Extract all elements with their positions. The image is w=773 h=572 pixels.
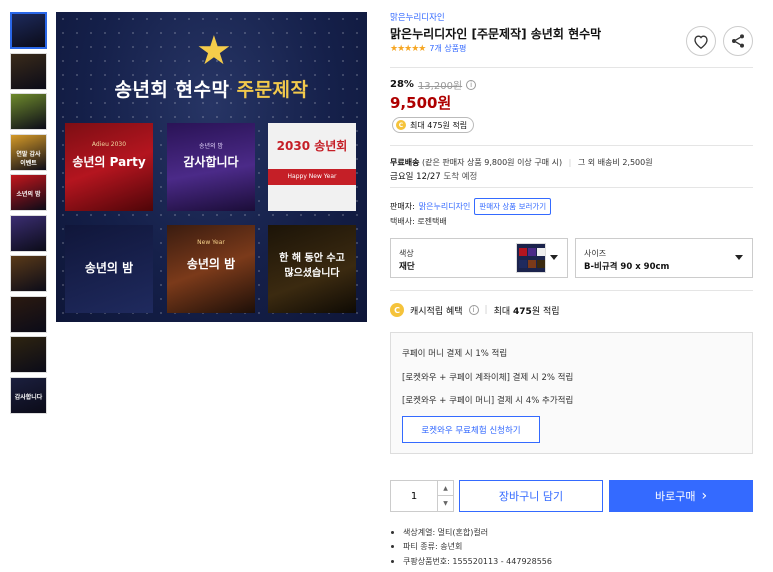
size-option-value: B-비규격 90 x 90cm: [584, 262, 670, 272]
brand-link[interactable]: 맑은누리디자인: [390, 11, 445, 23]
seller-label: 판매자:: [390, 202, 415, 211]
thumbnail-image: [12, 14, 45, 47]
heart-icon: [694, 34, 708, 49]
benefit-line: 쿠페이 머니 결제 시 1% 적립: [402, 349, 508, 359]
thumbnail-image: [11, 256, 46, 291]
chevron-down-icon: [550, 255, 558, 260]
courier: 택배사: 로젠택배: [390, 217, 447, 226]
buy-now-label: 바로구매: [654, 490, 696, 503]
quantity-decrease-button[interactable]: ▼: [437, 496, 453, 511]
color-option-value: 재단: [399, 262, 415, 272]
info-icon[interactable]: i: [468, 305, 479, 315]
seller-products-button[interactable]: 판매자 상품 보러가기: [474, 198, 552, 215]
cash-chip-label: 최대 475원 적립: [410, 120, 468, 130]
separator: |: [484, 305, 488, 315]
size-option-label: 사이즈: [584, 249, 607, 258]
other-shipping-fee: 그 외 배송비 2,500원: [577, 158, 653, 167]
divider: [390, 290, 753, 291]
thumbnail-2[interactable]: [10, 52, 47, 90]
cash-chip: C 최대 475원 적립: [392, 117, 475, 133]
thumbnail-strip: 연말 감사 이벤트소년의 밤감사합니다: [10, 12, 48, 417]
chevron-down-icon: [735, 255, 743, 260]
product-title: 맑은누리디자인 [주문제작] 송년회 현수막: [390, 27, 602, 41]
free-shipping-label: 무료배송: [390, 158, 420, 167]
share-button[interactable]: [723, 26, 753, 56]
color-option-select[interactable]: 색상 재단: [390, 238, 568, 278]
spec-item: 파티 종류: 송년회: [390, 541, 552, 552]
delivery-eta: 금요일 12/27 도착 예정: [390, 170, 477, 182]
benefit-line: [로켓와우 + 쿠페이 계좌이체] 결제 시 2% 적립: [402, 373, 574, 383]
thumbnail-image: [11, 337, 46, 372]
thumbnail-image: [11, 215, 46, 251]
cash-benefit-row: C 캐시적립 혜택 i | 최대 475원 적립: [390, 303, 560, 317]
design-tile: 송년의 밤: [65, 225, 153, 313]
divider: [390, 145, 753, 146]
chevron-right-icon: ›: [701, 488, 708, 504]
design-tile: Adieu 2030 송년의 Party: [65, 123, 153, 211]
price-row: 28% 13,200원 i: [390, 77, 477, 92]
cash-benefit-label: 캐시적립 혜택: [410, 306, 463, 317]
design-tile: New Year 송년의 밤: [167, 225, 255, 313]
thumbnail-7[interactable]: [10, 255, 47, 292]
thumbnail-10[interactable]: 감사합니다: [10, 376, 47, 414]
original-price: 13,200원: [417, 81, 463, 92]
thumbnail-3[interactable]: [10, 93, 47, 130]
image-headline: 송년회 현수막 주문제작: [114, 79, 309, 101]
thumbnail-label: 감사합니다: [14, 393, 43, 401]
discount-rate: 28%: [390, 79, 414, 90]
rocket-wow-trial-button[interactable]: 로켓와우 무료체험 신청하기: [402, 416, 540, 443]
design-tile: 송년의 밤 감사합니다: [167, 123, 255, 211]
spec-item: 쿠팡상품번호: 155520113 - 447928556: [390, 556, 552, 567]
spec-list: 색상계열: 멀티(혼합)컬러 파티 종류: 송년회 쿠팡상품번호: 155520…: [390, 527, 552, 570]
design-tile: 한 해 동안 수고 많으셨습니다: [268, 225, 356, 313]
thumbnail-5[interactable]: 소년의 밤: [10, 174, 47, 211]
wishlist-button[interactable]: [686, 26, 716, 56]
add-to-cart-button[interactable]: 장바구니 담기: [459, 480, 603, 512]
color-option-label: 색상: [399, 249, 414, 258]
thumbnail-8[interactable]: [10, 295, 47, 333]
star-rating-icon: ★★★★★: [390, 43, 426, 54]
thumbnail-1[interactable]: [10, 12, 47, 49]
thumbnail-label: 소년의 밤: [16, 191, 41, 198]
rating-row: ★★★★★ 7개 상품평: [390, 43, 466, 54]
eta-label: 도착 예정: [443, 172, 478, 182]
benefit-line: [로켓와우 + 쿠페이 머니] 결제 시 4% 추가적립: [402, 396, 574, 406]
sale-price: 9,500원: [390, 94, 452, 112]
option-thumbnail: [516, 243, 546, 273]
coin-icon: C: [390, 303, 404, 317]
eta-date: 금요일 12/27: [390, 172, 441, 182]
thumbnail-image: [11, 296, 46, 332]
thumbnail-image: [11, 53, 46, 89]
cash-benefit-value: 최대 475원 적립: [493, 306, 560, 317]
quantity-stepper: ▲ ▼: [390, 480, 454, 512]
quantity-increase-button[interactable]: ▲: [437, 481, 453, 496]
spec-item: 색상계열: 멀티(혼합)컬러: [390, 527, 552, 538]
shipping-info: 무료배송 (같은 판매자 상품 9,800원 이상 구매 시) | 그 외 배송…: [390, 157, 653, 168]
thumbnail-4[interactable]: 연말 감사 이벤트: [10, 133, 47, 171]
divider: [390, 187, 753, 188]
design-tile: 2030 송년회 Happy New Year: [268, 123, 356, 211]
star-icon: ★: [196, 28, 232, 74]
share-icon: [732, 34, 744, 48]
info-icon[interactable]: i: [466, 79, 477, 90]
quantity-input[interactable]: [391, 481, 437, 511]
thumbnail-6[interactable]: [10, 214, 47, 252]
free-shipping-condition: (같은 판매자 상품 9,800원 이상 구매 시): [422, 158, 563, 167]
buy-now-button[interactable]: 바로구매 ›: [609, 480, 753, 512]
thumbnail-label: 연말 감사 이벤트: [16, 150, 41, 167]
coin-icon: C: [396, 120, 406, 130]
separator: |: [568, 158, 572, 167]
review-count-link[interactable]: 7개 상품평: [429, 43, 466, 54]
size-option-select[interactable]: 사이즈 B-비규격 90 x 90cm: [575, 238, 753, 278]
seller-row: 판매자: 맑은누리디자인 판매자 상품 보러가기: [390, 198, 552, 215]
thumbnail-9[interactable]: [10, 336, 47, 373]
seller-name-link[interactable]: 맑은누리디자인: [419, 201, 471, 212]
thumbnail-image: [11, 94, 46, 129]
cash-benefit-box: 쿠페이 머니 결제 시 1% 적립 [로켓와우 + 쿠페이 계좌이체] 결제 시…: [390, 332, 753, 454]
main-product-image[interactable]: ★ 송년회 현수막 주문제작 Adieu 2030 송년의 Party 송년의 …: [56, 12, 367, 322]
divider: [390, 67, 753, 68]
